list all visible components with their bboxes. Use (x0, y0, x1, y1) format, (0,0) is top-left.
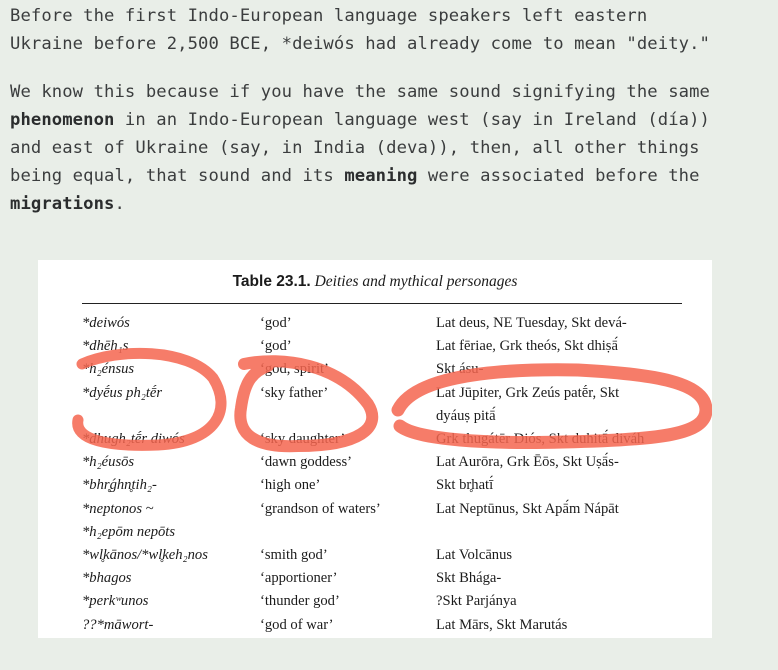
table-cell-meaning: ‘apportioner’ (260, 570, 338, 587)
table-cell-root: *deiwós (82, 315, 130, 331)
table-cell-reflexes: Lat Jūpiter, Grk Zeús patḗr, Skt (436, 384, 620, 401)
table-cell-reflexes: Grk thugátēr Diós, Skt duhitā́ diváh (436, 431, 645, 447)
table-cell-root: *h₂énsus (82, 361, 135, 378)
table-cell-meaning: ‘smith god’ (260, 547, 328, 563)
table-cell-root: *dhēh₁s (82, 338, 129, 355)
table-cell-root: *neptonos ~ (82, 500, 154, 517)
table-cell-meaning: ‘grandson of waters’ (260, 500, 381, 517)
keyword-meaning: meaning (344, 166, 418, 186)
table-cell-reflexes: Lat Volcānus (436, 547, 513, 563)
table-cell-reflexes: Lat Mārs, Skt Marutás (436, 616, 568, 633)
table-cell-reflexes: Skt br̥hatī́ (436, 477, 494, 494)
table-cell-meaning: ‘sky father’ (260, 384, 329, 401)
table-rule (82, 303, 682, 304)
keyword-phenomenon: phenomenon (10, 110, 115, 130)
para2-text-3: were associated before the (427, 166, 700, 186)
paragraph-2: We know this because if you have the sam… (10, 78, 710, 218)
table-cell-reflexes: Lat Neptūnus, Skt Apā́m Nápāt (436, 500, 619, 517)
table-cell-root: *bhagos (82, 570, 132, 587)
table-cell-meaning: ‘god, spirit’ (260, 361, 329, 378)
table-cell-reflexes: Skt ásu- (436, 361, 484, 378)
table-cell-root: *dhugh₂tḗr diwós (82, 431, 185, 447)
table-label: Table 23.1. (232, 273, 311, 290)
table-cell-root: *bhr̥ǵhn̥tih₂- (82, 477, 157, 494)
paragraph-1: Before the first Indo-European language … (10, 6, 710, 54)
table-cell-reflexes: Lat Aurōra, Grk Ēōs, Skt Uṣā́s- (436, 454, 619, 471)
table-cell-meaning: ‘sky daughter’ (260, 431, 346, 447)
keyword-migrations: migrations (10, 194, 115, 214)
table-cell-root: *h₂éusōs (82, 454, 135, 471)
table-cell-root: *dyḗus ph₂tḗr (82, 384, 163, 401)
table-cell-meaning: ‘god of war’ (260, 616, 334, 633)
table-cell-reflexes: dyáuṣ pitā́ (436, 407, 496, 424)
table-cell-root: ??*māwort- (82, 616, 154, 633)
table-cell-root: *perkʷunos (82, 593, 149, 610)
table-cell-root: *wl̥kānos/*wl̥keh₂nos (82, 547, 208, 563)
table-caption: Table 23.1. Deities and mythical persona… (38, 273, 712, 291)
table-cell-meaning: ‘high one’ (260, 477, 321, 494)
table-cell-reflexes: Skt Bhága- (436, 570, 502, 587)
table-image: Table 23.1. Deities and mythical persona… (38, 260, 712, 638)
para2-text-4: . (114, 194, 125, 214)
table-title: Deities and mythical personages (314, 273, 518, 290)
table-cell-meaning: ‘god’ (260, 315, 292, 331)
table-cell-reflexes: Lat fēriae, Grk theós, Skt dhiṣā́ (436, 338, 618, 355)
table-cell-meaning: ‘thunder god’ (260, 593, 340, 610)
table-cell-reflexes: Lat deus, NE Tuesday, Skt devá- (436, 315, 627, 331)
table-cell-root: *h₂epōm nepōts (82, 523, 176, 540)
para2-text-1: We know this because if you have the sam… (10, 82, 710, 102)
table-cell-meaning: ‘god’ (260, 338, 292, 355)
table-cell-meaning: ‘dawn goddess’ (260, 454, 353, 471)
table-cell-reflexes: ?Skt Parjánya (436, 593, 517, 610)
